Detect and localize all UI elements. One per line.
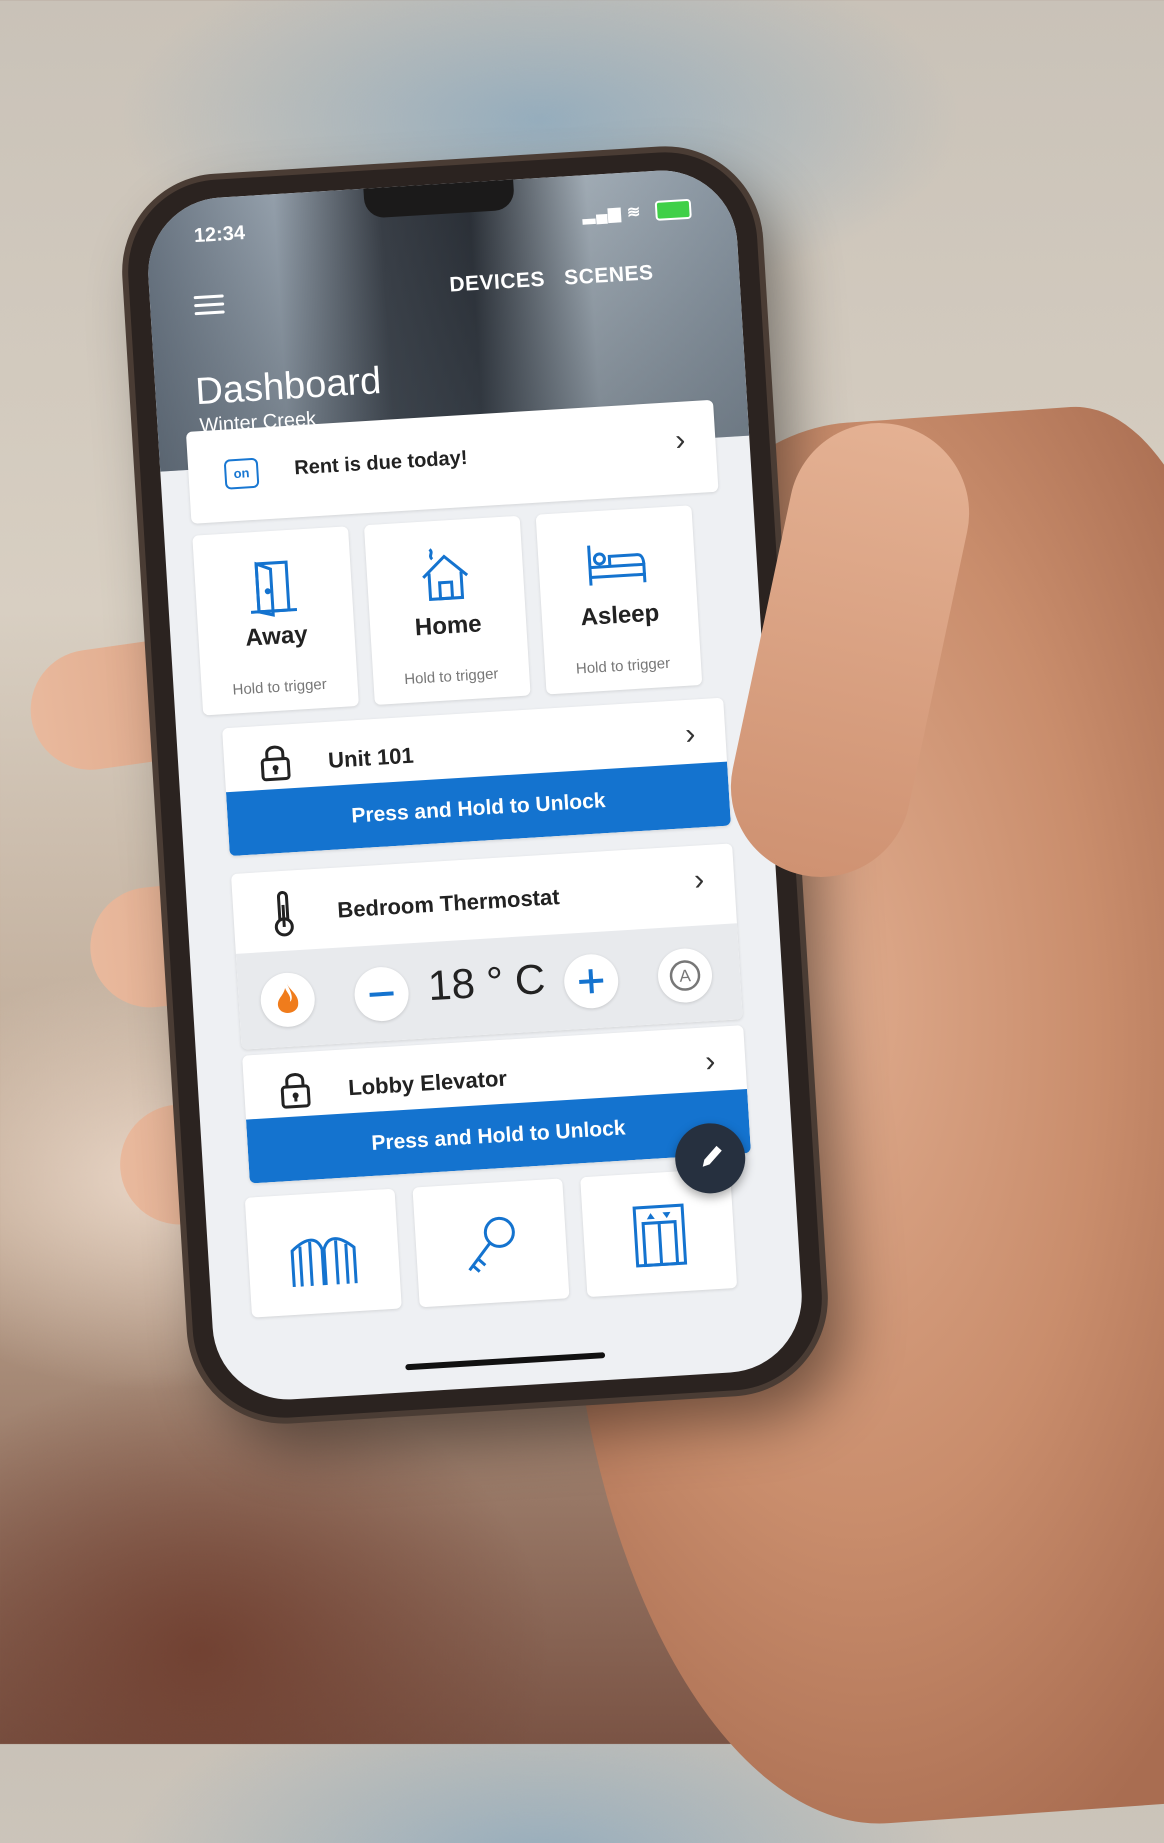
edit-fab-button[interactable] xyxy=(673,1121,748,1196)
lock-card-unit-101[interactable]: Unit 101 › Press and Hold to Unlock xyxy=(222,697,731,857)
battery-icon xyxy=(654,198,692,221)
lock-icon xyxy=(277,1070,314,1117)
tile-key[interactable] xyxy=(412,1178,570,1308)
decrease-temp-button[interactable] xyxy=(352,965,411,1023)
scene-name: Away xyxy=(244,620,309,652)
home-indicator[interactable] xyxy=(405,1352,606,1371)
scene-hint: Hold to trigger xyxy=(403,665,499,689)
auto-mode-icon[interactable]: A xyxy=(656,946,714,1005)
pencil-icon xyxy=(702,1145,722,1167)
scene-home[interactable]: Home Hold to trigger xyxy=(363,515,531,705)
menu-icon[interactable] xyxy=(193,289,225,316)
lock-name: Unit 101 xyxy=(327,742,415,773)
scene-hint: Hold to trigger xyxy=(575,654,671,678)
thermostat-card[interactable]: Bedroom Thermostat › 18 ° C A xyxy=(230,843,743,1050)
increase-temp-button[interactable] xyxy=(562,952,620,1010)
chevron-right-icon: › xyxy=(674,423,687,458)
chevron-right-icon[interactable]: › xyxy=(684,717,696,752)
scene-hint: Hold to trigger xyxy=(232,675,328,699)
scene-away[interactable]: Away Hold to trigger xyxy=(192,526,359,716)
door-open-icon xyxy=(194,552,353,621)
signal-icon: ▂▄▆ ≋ xyxy=(582,203,642,225)
house-icon xyxy=(366,542,525,611)
app-screen: 12:34 ▂▄▆ ≋ DEVICES SCENES Dashboard Win… xyxy=(143,166,807,1404)
chevron-right-icon[interactable]: › xyxy=(704,1045,716,1080)
chevron-right-icon[interactable]: › xyxy=(693,863,705,898)
rent-notice-text: Rent is due today! xyxy=(293,446,469,480)
thermostat-name: Bedroom Thermostat xyxy=(336,884,561,923)
flame-icon[interactable] xyxy=(259,971,317,1029)
tile-gate[interactable] xyxy=(244,1188,402,1318)
lock-icon xyxy=(257,742,294,789)
scene-name: Asleep xyxy=(579,599,661,632)
unlock-button[interactable]: Press and Hold to Unlock xyxy=(225,761,731,857)
phone: 12:34 ▂▄▆ ≋ DEVICES SCENES Dashboard Win… xyxy=(122,146,828,1424)
gate-icon xyxy=(287,1225,361,1294)
svg-text:A: A xyxy=(679,966,692,986)
elevator-icon xyxy=(628,1195,692,1274)
calendar-icon: on xyxy=(223,457,260,490)
status-time: 12:34 xyxy=(193,222,246,248)
thermometer-icon xyxy=(270,890,297,942)
lock-name: Lobby Elevator xyxy=(347,1065,508,1101)
key-icon xyxy=(460,1211,524,1284)
bed-icon xyxy=(537,531,696,600)
temperature-readout: 18 ° C xyxy=(426,955,547,1010)
scene-name: Home xyxy=(414,610,483,642)
scene-asleep[interactable]: Asleep Hold to trigger xyxy=(535,505,703,695)
